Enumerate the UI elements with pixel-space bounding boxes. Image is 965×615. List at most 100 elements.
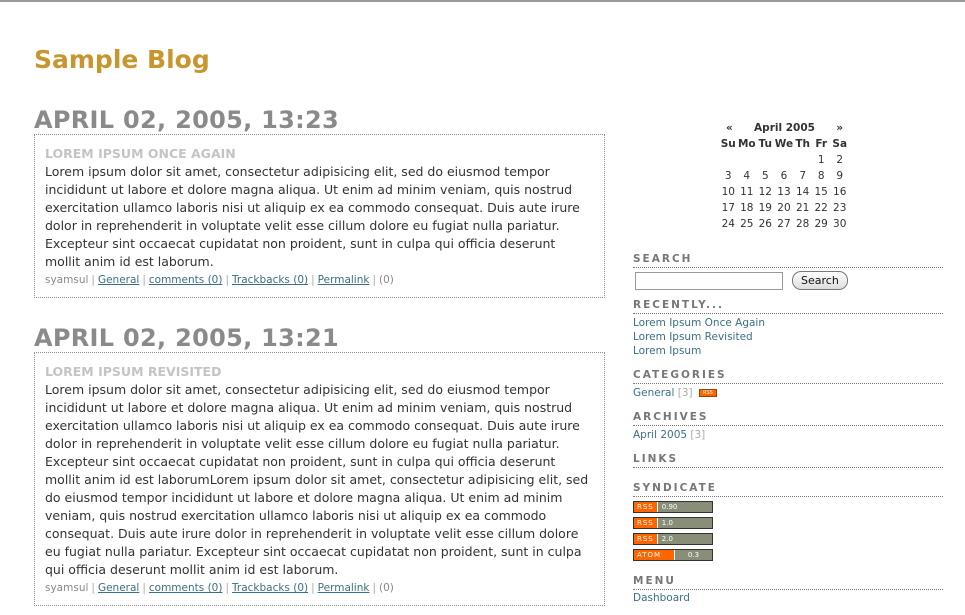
calendar-day: 18	[740, 202, 754, 214]
calendar-day: 25	[740, 218, 754, 230]
post-meta: syamsul | General | comments (0) | Trackbacks …	[45, 582, 394, 594]
archive-link[interactable]: April 2005	[633, 429, 687, 441]
post-category-link[interactable]: General	[98, 274, 139, 286]
calendar-day: 6	[780, 170, 788, 182]
calendar-day: 9	[836, 170, 844, 182]
post-views: (0)	[379, 582, 394, 594]
post: APRIL 02, 2005, 13:21 LOREM IPSUM REVISI…	[34, 324, 605, 606]
calendar-day-header: Mo	[737, 138, 756, 150]
post-comments-link[interactable]: comments (0)	[149, 582, 223, 594]
post-box: LOREM IPSUM REVISITED Lorem ipsum dolor …	[34, 352, 605, 606]
rss-20-badge[interactable]: RSS 2.0	[633, 533, 713, 545]
menu-heading: MENU	[633, 574, 943, 590]
category-link[interactable]: General	[633, 387, 674, 399]
rss-090-badge[interactable]: RSS 0.90	[633, 501, 713, 513]
calendar-day: 28	[795, 218, 810, 230]
calendar-grid: Su Mo Tu We Th Fr Sa 1 2 3 4 5 6 7 8 9 1…	[719, 136, 849, 232]
post-meta: syamsul | General | comments (0) | Trackbacks …	[45, 274, 394, 286]
links-heading: LINKS	[633, 452, 943, 468]
archive-count: [3]	[690, 429, 706, 441]
post-date: APRIL 02, 2005, 13:21	[34, 324, 340, 352]
calendar-day: 13	[777, 186, 791, 198]
list-item: Lorem Ipsum Revisited	[633, 330, 943, 344]
archives-heading: ARCHIVES	[633, 410, 943, 426]
calendar-day: 3	[724, 170, 732, 182]
calendar-day: 22	[814, 202, 828, 214]
calendar-day: 14	[795, 186, 810, 198]
search-heading: SEARCH	[633, 252, 943, 268]
category-feed-icon[interactable]: RSS	[698, 389, 717, 397]
post-permalink[interactable]: Permalink	[318, 274, 370, 286]
calendar-day: 19	[758, 202, 772, 214]
post-date: APRIL 02, 2005, 13:23	[34, 106, 340, 134]
posts-column: APRIL 02, 2005, 13:23 LOREM IPSUM ONCE A…	[34, 106, 605, 606]
calendar-day: 30	[833, 218, 847, 230]
post-views: (0)	[379, 274, 394, 286]
menu-item-dashboard[interactable]: Dashboard	[633, 590, 943, 605]
calendar-day: 29	[814, 218, 828, 230]
post-author: syamsul	[45, 582, 89, 594]
calendar-day-header: Su	[720, 138, 736, 150]
calendar-day	[719, 152, 738, 168]
post-body: Lorem ipsum dolor sit amet, consectetur …	[45, 382, 589, 577]
post-trackbacks-link[interactable]: Trackbacks (0)	[232, 582, 308, 594]
calendar-day: 15	[814, 186, 828, 198]
calendar-day: 7	[799, 170, 806, 182]
category-count: [3]	[677, 387, 693, 399]
post-comments-link[interactable]: comments (0)	[149, 274, 223, 286]
atom-03-badge[interactable]: ATOM 0.3	[633, 549, 713, 561]
post-title[interactable]: LOREM IPSUM ONCE AGAIN	[45, 145, 594, 162]
sidebar: « April 2005 » Su Mo Tu We Th Fr Sa 1 2	[633, 120, 943, 605]
calendar-day: 16	[833, 186, 847, 198]
calendar-next-link[interactable]: »	[836, 120, 843, 136]
calendar-day: 4	[743, 170, 751, 182]
list-item: Lorem Ipsum Once Again	[633, 316, 943, 330]
calendar-day-header: Tu	[758, 138, 773, 150]
calendar: « April 2005 » Su Mo Tu We Th Fr Sa 1 2	[719, 120, 849, 232]
list-item: Lorem Ipsum	[633, 344, 943, 358]
calendar-day: 17	[721, 202, 735, 214]
post-category-link[interactable]: General	[98, 582, 139, 594]
archives-list: April 2005 [3]	[633, 426, 943, 442]
calendar-day: 11	[740, 186, 754, 198]
calendar-day	[738, 152, 757, 168]
calendar-day: 8	[817, 170, 825, 182]
post-box: LOREM IPSUM ONCE AGAIN Lorem ipsum dolor…	[34, 134, 605, 298]
rss-10-badge[interactable]: RSS 1.0	[633, 517, 713, 529]
blog-title[interactable]: Sample Blog	[34, 45, 210, 74]
calendar-day-header: We	[774, 138, 794, 150]
search-input[interactable]	[635, 271, 783, 290]
calendar-day: 5	[761, 170, 769, 182]
recent-post-link[interactable]: Lorem Ipsum	[633, 345, 701, 357]
post: APRIL 02, 2005, 13:23 LOREM IPSUM ONCE A…	[34, 106, 605, 298]
recent-post-link[interactable]: Lorem Ipsum Once Again	[633, 317, 765, 329]
post-trackbacks-link[interactable]: Trackbacks (0)	[232, 274, 308, 286]
calendar-day-header: Th	[795, 138, 810, 150]
post-body: Lorem ipsum dolor sit amet, consectetur …	[45, 164, 580, 269]
calendar-day: 12	[758, 186, 772, 198]
post-title[interactable]: LOREM IPSUM REVISITED	[45, 363, 594, 380]
calendar-day	[756, 152, 775, 168]
calendar-prev-link[interactable]: «	[726, 120, 733, 136]
post-author: syamsul	[45, 274, 89, 286]
recent-post-link[interactable]: Lorem Ipsum Revisited	[633, 331, 753, 343]
calendar-day-header: Sa	[832, 138, 848, 150]
recent-posts-list: Lorem Ipsum Once Again Lorem Ipsum Revis…	[633, 314, 943, 358]
list-item: April 2005 [3]	[633, 428, 943, 442]
calendar-month: April 2005	[754, 122, 815, 134]
calendar-day	[775, 152, 794, 168]
calendar-day: 26	[758, 218, 772, 230]
calendar-day: 1	[817, 154, 825, 166]
calendar-day: 20	[777, 202, 791, 214]
recently-heading: RECENTLY...	[633, 298, 943, 314]
syndicate-feeds: RSS 0.90 RSS 1.0 RSS 2.0 ATOM 0.3	[633, 501, 943, 561]
post-permalink[interactable]: Permalink	[318, 582, 370, 594]
calendar-day: 2	[836, 154, 844, 166]
categories-heading: CATEGORIES	[633, 368, 943, 384]
search-button[interactable]: Search	[792, 271, 848, 290]
calendar-day: 27	[777, 218, 791, 230]
categories-list: General [3] RSS	[633, 384, 943, 400]
calendar-day: 10	[721, 186, 735, 198]
syndicate-heading: SYNDICATE	[633, 481, 943, 497]
calendar-day-header: Fr	[815, 138, 828, 150]
